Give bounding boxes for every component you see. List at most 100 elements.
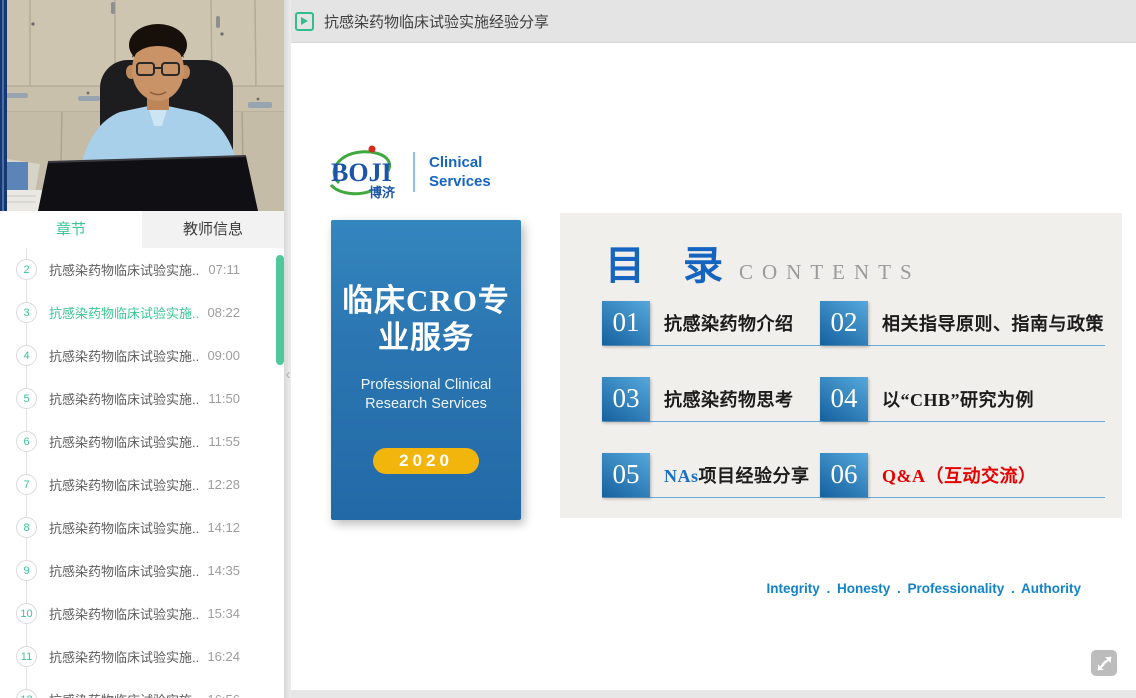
tab-chapters[interactable]: 章节 [0, 211, 142, 248]
chapter-title: 抗感染药物临床试验实施... [49, 690, 199, 698]
chapter-number-badge: 5 [16, 388, 37, 409]
contents-label-segment: 抗感染药物介绍 [664, 314, 794, 334]
chapter-duration: 08:22 [207, 305, 240, 320]
chapter-scrollbar-thumb[interactable] [276, 255, 284, 365]
book-year-badge: 2020 [373, 448, 479, 474]
chapter-title: 抗感染药物临床试验实施... [49, 561, 199, 580]
svg-text:博济: 博济 [369, 185, 396, 200]
logo-services-line1: Clinical [429, 153, 491, 172]
contents-item-number: 01 [602, 301, 650, 345]
chapter-duration: 16:56 [207, 692, 240, 698]
contents-item: 06 Q&A（互动交流） [820, 452, 1105, 498]
chapter-number-badge: 7 [16, 474, 37, 495]
contents-item: 05 NAs项目经验分享 [602, 452, 820, 498]
contents-item-number: 03 [602, 377, 650, 421]
chapter-title: 抗感染药物临床试验实施... [49, 518, 199, 537]
chapter-number-badge: 8 [16, 517, 37, 538]
chapter-list-item[interactable]: 7 抗感染药物临床试验实施... 12:28 [0, 463, 284, 506]
chapter-number-badge: 10 [16, 603, 37, 624]
chapter-duration: 09:00 [207, 348, 240, 363]
contents-item: 02 相关指导原则、指南与政策 [820, 300, 1105, 346]
chapter-list-item[interactable]: 2 抗感染药物临床试验实施... 07:11 [0, 248, 284, 291]
contents-label-segment: 抗感染药物思考 [664, 390, 794, 410]
contents-item-number: 05 [602, 453, 650, 497]
chapter-number-badge: 4 [16, 345, 37, 366]
contents-heading-en: CONTENTS [739, 260, 921, 285]
instructor-video[interactable] [0, 0, 284, 211]
slogan-text: Integrity . Honesty . Professionality . … [766, 581, 1081, 596]
book-subtitle-line2: Research Services [331, 395, 521, 414]
instructor-video-frame [0, 0, 284, 211]
contents-grid: 01 抗感染药物介绍 02 相关指导原则、指南与政策 03 抗感染药物思考 04… [602, 300, 1105, 498]
contents-heading-cn: 目 录 [605, 233, 737, 291]
contents-item-label: NAs项目经验分享 [664, 462, 810, 488]
chapter-title: 抗感染药物临床试验实施... [49, 647, 199, 666]
chapter-title: 抗感染药物临床试验实施... [49, 389, 199, 408]
tab-teacher-info[interactable]: 教师信息 [142, 211, 284, 248]
chapter-title: 抗感染药物临床试验实施... [49, 604, 199, 623]
contents-item-number: 04 [820, 377, 868, 421]
chapter-list-item[interactable]: 5 抗感染药物临床试验实施... 11:50 [0, 377, 284, 420]
contents-label-segment: NAs [664, 466, 699, 486]
chapter-number-badge: 3 [16, 302, 37, 323]
main-area: 抗感染药物临床试验实施经验分享 BOJI 博济 Clinical Service… [291, 0, 1136, 698]
contents-item-label: Q&A（互动交流） [882, 462, 1037, 488]
chapter-number-badge: 12 [16, 689, 37, 698]
chapter-duration: 14:12 [207, 520, 240, 535]
chapter-duration: 14:35 [207, 563, 240, 578]
sidebar-tabs: 章节 教师信息 [0, 211, 284, 248]
chapter-list-item[interactable]: 8 抗感染药物临床试验实施... 14:12 [0, 506, 284, 549]
logo-services-text: Clinical Services [429, 153, 491, 191]
contents-label-segment: Q&A（互动交流） [882, 466, 1037, 486]
book-subtitle: Professional Clinical Research Services [331, 376, 521, 414]
chapter-list-item[interactable]: 3 抗感染药物临床试验实施... 08:22 [0, 291, 284, 334]
chapter-list-item[interactable]: 6 抗感染药物临床试验实施... 11:55 [0, 420, 284, 463]
play-icon [295, 12, 314, 31]
contents-item: 03 抗感染药物思考 [602, 376, 820, 422]
boji-logo-mark: BOJI 博济 [327, 143, 403, 201]
contents-item-label: 相关指导原则、指南与政策 [882, 310, 1104, 336]
chapter-number-badge: 2 [16, 259, 37, 280]
chapter-title: 抗感染药物临床试验实施... [49, 475, 199, 494]
book-title-line1: 临床CRO专 [331, 282, 521, 319]
bottom-bar [291, 690, 1136, 698]
contents-item-number: 02 [820, 301, 868, 345]
contents-panel: 目 录 CONTENTS 01 抗感染药物介绍 02 相关指导原则、指南与政策 … [560, 213, 1122, 518]
chapter-list-item[interactable]: 11 抗感染药物临床试验实施... 16:24 [0, 635, 284, 678]
contents-item: 01 抗感染药物介绍 [602, 300, 820, 346]
book-cover: 临床CRO专 业服务 Professional Clinical Researc… [331, 220, 521, 520]
sidebar: 章节 教师信息 2 抗感染药物临床试验实施... 07:11 3 抗感染药物临床… [0, 0, 284, 698]
chapter-duration: 16:24 [207, 649, 240, 664]
chapter-duration: 11:50 [208, 391, 240, 406]
slide-viewer: BOJI 博济 Clinical Services 临床CRO专 业服务 Pro… [291, 43, 1136, 690]
chapter-number-badge: 6 [16, 431, 37, 452]
lesson-header: 抗感染药物临床试验实施经验分享 [291, 0, 1136, 43]
collapse-sidebar-button[interactable]: ‹ [282, 366, 294, 384]
contents-item-label: 以“CHB”研究为例 [882, 386, 1034, 412]
chapter-duration: 07:11 [208, 262, 240, 277]
logo-divider [413, 152, 415, 192]
chapter-list-item[interactable]: 12 抗感染药物临床试验实施... 16:56 [0, 678, 284, 698]
contents-item: 04 以“CHB”研究为例 [820, 376, 1105, 422]
boji-logo: BOJI 博济 Clinical Services [327, 143, 491, 201]
book-title: 临床CRO专 业服务 [331, 282, 521, 356]
chapter-title: 抗感染药物临床试验实施... [49, 432, 199, 451]
chapter-list: 2 抗感染药物临床试验实施... 07:11 3 抗感染药物临床试验实施... … [0, 248, 284, 698]
fullscreen-button[interactable] [1091, 650, 1117, 676]
chapter-duration: 11:55 [208, 434, 240, 449]
chapter-number-badge: 9 [16, 560, 37, 581]
contents-item-label: 抗感染药物介绍 [664, 310, 794, 336]
book-title-line2: 业服务 [331, 319, 521, 356]
chapter-list-item[interactable]: 4 抗感染药物临床试验实施... 09:00 [0, 334, 284, 377]
chapter-duration: 12:28 [207, 477, 240, 492]
chapter-number-badge: 11 [16, 646, 37, 667]
contents-heading: 目 录 CONTENTS [605, 233, 921, 291]
logo-services-line2: Services [429, 172, 491, 191]
chapter-title: 抗感染药物临床试验实施... [49, 260, 199, 279]
chapter-list-item[interactable]: 9 抗感染药物临床试验实施... 14:35 [0, 549, 284, 592]
chapter-list-item[interactable]: 10 抗感染药物临床试验实施... 15:34 [0, 592, 284, 635]
sidebar-gutter [284, 0, 291, 698]
contents-label-segment: 以“CHB”研究为例 [882, 390, 1034, 410]
chapter-title: 抗感染药物临床试验实施... [49, 303, 199, 322]
chapter-title: 抗感染药物临床试验实施... [49, 346, 199, 365]
